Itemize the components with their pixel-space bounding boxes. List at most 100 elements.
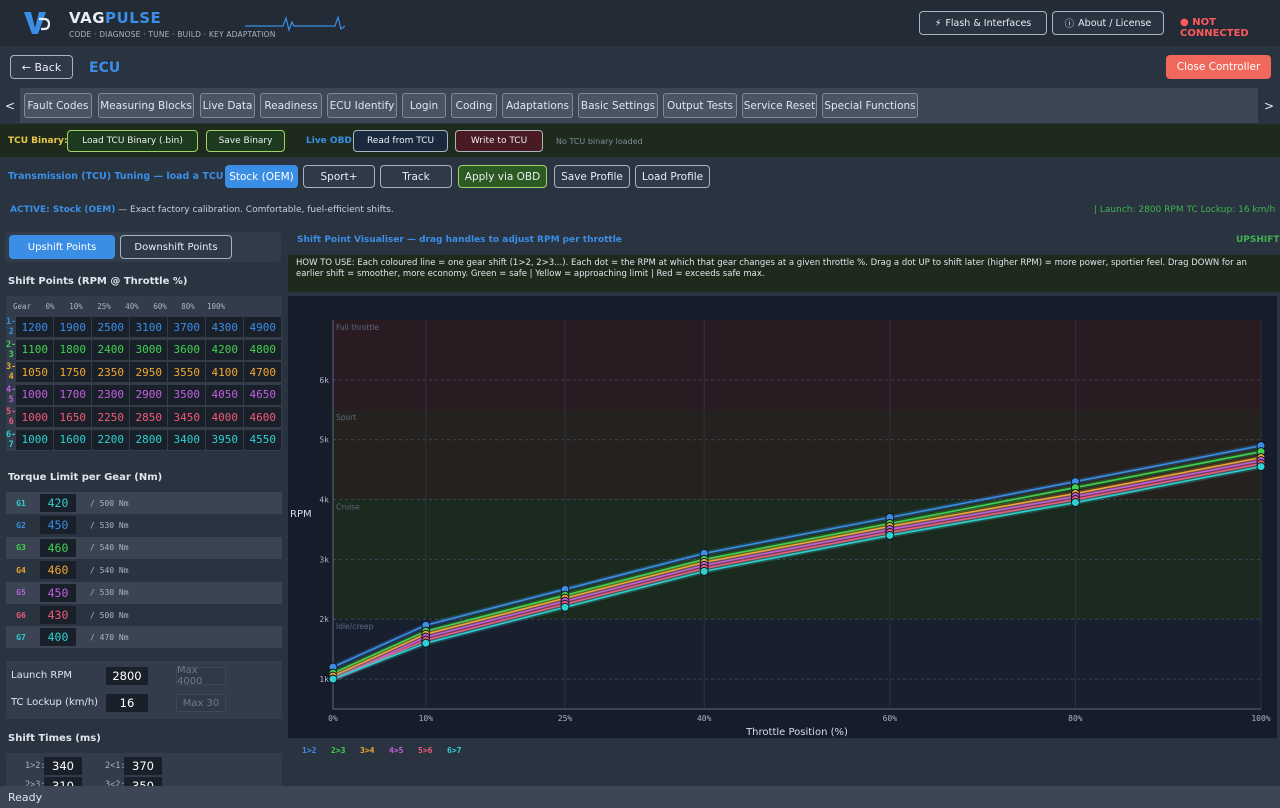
torque-value-input[interactable]: 460 [40, 538, 76, 557]
shift-point-handle-6>7[interactable] [885, 530, 895, 540]
shift-cell[interactable]: 1800 [54, 339, 92, 360]
track-mode-button[interactable]: Track [380, 165, 452, 188]
load-profile-button[interactable]: Load Profile [635, 165, 710, 188]
downshift-points-button[interactable]: Downshift Points [120, 235, 232, 259]
shift-cell[interactable]: 4700 [244, 362, 282, 383]
shift-point-handle-6>7[interactable] [421, 638, 431, 648]
shift-point-handle-6>7[interactable] [560, 602, 570, 612]
stock-oem-mode-button[interactable]: Stock (OEM) [225, 165, 298, 188]
shift-row-gear: 6-7 [6, 429, 17, 450]
shift-cell[interactable]: 2350 [92, 362, 130, 383]
shift-point-handle-6>7[interactable] [1256, 462, 1266, 472]
shift-cell[interactable]: 2300 [92, 384, 130, 405]
torque-value-input[interactable]: 460 [40, 561, 76, 580]
shift-row-6-7: 6-7 1000 1600 2200 2800 3400 3950 4550 [6, 429, 282, 452]
shift-cell[interactable]: 4300 [206, 317, 244, 338]
tab-service-reset[interactable]: Service Reset [742, 93, 817, 118]
tab-login[interactable]: Login [402, 93, 446, 118]
shift-point-handle-6>7[interactable] [699, 566, 709, 576]
tab-output-tests[interactable]: Output Tests [663, 93, 737, 118]
read-from-tcu-button[interactable]: Read from TCU [353, 130, 448, 152]
shift-cell[interactable]: 3950 [206, 429, 244, 450]
shift-cell[interactable]: 4100 [206, 362, 244, 383]
shift-row-5-6: 5-6 1000 1650 2250 2850 3450 4000 4600 [6, 406, 282, 429]
shift-time-input-2-1[interactable]: 370 [124, 757, 162, 775]
shift-cell[interactable]: 3450 [168, 407, 206, 428]
tab-scroll-left-button[interactable]: < [0, 88, 20, 123]
shift-cell[interactable]: 2400 [92, 339, 130, 360]
shift-cell[interactable]: 3600 [168, 339, 206, 360]
shift-point-chart-svg[interactable]: Full throttle Sport Cruise Idle/creep 1k 2k 3k… [288, 296, 1277, 738]
shift-point-handle-6>7[interactable] [1070, 498, 1080, 508]
shift-cell[interactable]: 4800 [244, 339, 282, 360]
shift-cell[interactable]: 1750 [54, 362, 92, 383]
shift-cell[interactable]: 1050 [16, 362, 54, 383]
shift-cell[interactable]: 1900 [54, 317, 92, 338]
torque-value-input[interactable]: 450 [40, 583, 76, 602]
shift-time-input-1-2[interactable]: 340 [44, 757, 82, 775]
tab-scroll-right-button[interactable]: > [1258, 88, 1280, 123]
shift-cell[interactable]: 3400 [168, 429, 206, 450]
shift-cell[interactable]: 2900 [130, 384, 168, 405]
torque-value-input[interactable]: 430 [40, 606, 76, 624]
shift-cell[interactable]: 2200 [92, 429, 130, 450]
write-to-tcu-button[interactable]: Write to TCU [455, 130, 543, 152]
shift-cell[interactable]: 1650 [54, 407, 92, 428]
torque-row-G4: G4 460 / 540 Nm [6, 559, 282, 581]
tab-live-data[interactable]: Live Data [200, 93, 255, 118]
shift-cell[interactable]: 1000 [16, 384, 54, 405]
shift-cell[interactable]: 3700 [168, 317, 206, 338]
tab-ecu-identify[interactable]: ECU Identify [327, 93, 397, 118]
shift-point-chart[interactable]: Full throttle Sport Cruise Idle/creep 1k 2k 3k… [288, 296, 1277, 738]
shift-cell[interactable]: 4000 [206, 407, 244, 428]
shift-cell[interactable]: 1600 [54, 429, 92, 450]
tab-basic-settings[interactable]: Basic Settings [578, 93, 658, 118]
shift-cell[interactable]: 2250 [92, 407, 130, 428]
tab-fault-codes[interactable]: Fault Codes [24, 93, 92, 118]
torque-value-input[interactable]: 420 [40, 494, 76, 512]
about-license-button[interactable]: ⓘ About / License [1052, 11, 1164, 35]
sport-plus-mode-button[interactable]: Sport+ [303, 165, 375, 188]
tab-adaptations[interactable]: Adaptations [502, 93, 573, 118]
torque-value-input[interactable]: 400 [40, 628, 76, 647]
y-tick-label: 4k [319, 496, 329, 505]
tc-lockup-input[interactable]: 16 [106, 694, 148, 712]
shift-cell[interactable]: 1000 [16, 429, 54, 450]
shift-point-handle-6>7[interactable] [328, 674, 338, 684]
shift-cell[interactable]: 1100 [16, 339, 54, 360]
shift-cell[interactable]: 2500 [92, 317, 130, 338]
upshift-points-button[interactable]: Upshift Points [9, 235, 115, 259]
shift-cell[interactable]: 4900 [244, 317, 282, 338]
shift-cell[interactable]: 2800 [130, 429, 168, 450]
active-profile-name: ACTIVE: Stock (OEM) [10, 205, 116, 215]
close-controller-button[interactable]: Close Controller [1166, 55, 1271, 79]
shift-cell[interactable]: 2850 [130, 407, 168, 428]
tab-coding[interactable]: Coding [451, 93, 497, 118]
shift-cell[interactable]: 4050 [206, 384, 244, 405]
shift-cell[interactable]: 3000 [130, 339, 168, 360]
tab-special-functions[interactable]: Special Functions [822, 93, 918, 118]
shift-cell[interactable]: 1700 [54, 384, 92, 405]
tab-measuring-blocks[interactable]: Measuring Blocks [98, 93, 194, 118]
launch-rpm-input[interactable]: 2800 [106, 667, 148, 685]
apply-via-obd-button[interactable]: Apply via OBD [458, 165, 547, 188]
shift-cell[interactable]: 1200 [16, 317, 54, 338]
shift-cell[interactable]: 1000 [16, 407, 54, 428]
back-button[interactable]: ← Back [10, 55, 73, 79]
shift-cell[interactable]: 3500 [168, 384, 206, 405]
shift-cell[interactable]: 4650 [244, 384, 282, 405]
app-logo-icon [24, 12, 50, 34]
shift-cell[interactable]: 3100 [130, 317, 168, 338]
shift-cell[interactable]: 2950 [130, 362, 168, 383]
flash-interfaces-button[interactable]: ⚡ Flash & Interfaces [919, 11, 1047, 35]
shift-cell[interactable]: 3550 [168, 362, 206, 383]
shift-cell[interactable]: 4200 [206, 339, 244, 360]
torque-max-label: / 530 Nm [90, 520, 129, 530]
save-binary-button[interactable]: Save Binary [206, 130, 285, 152]
save-profile-button[interactable]: Save Profile [554, 165, 630, 188]
tab-readiness[interactable]: Readiness [260, 93, 322, 118]
shift-cell[interactable]: 4550 [244, 429, 282, 450]
load-tcu-binary-button[interactable]: Load TCU Binary (.bin) [67, 130, 198, 152]
torque-value-input[interactable]: 450 [40, 516, 76, 535]
shift-cell[interactable]: 4600 [244, 407, 282, 428]
